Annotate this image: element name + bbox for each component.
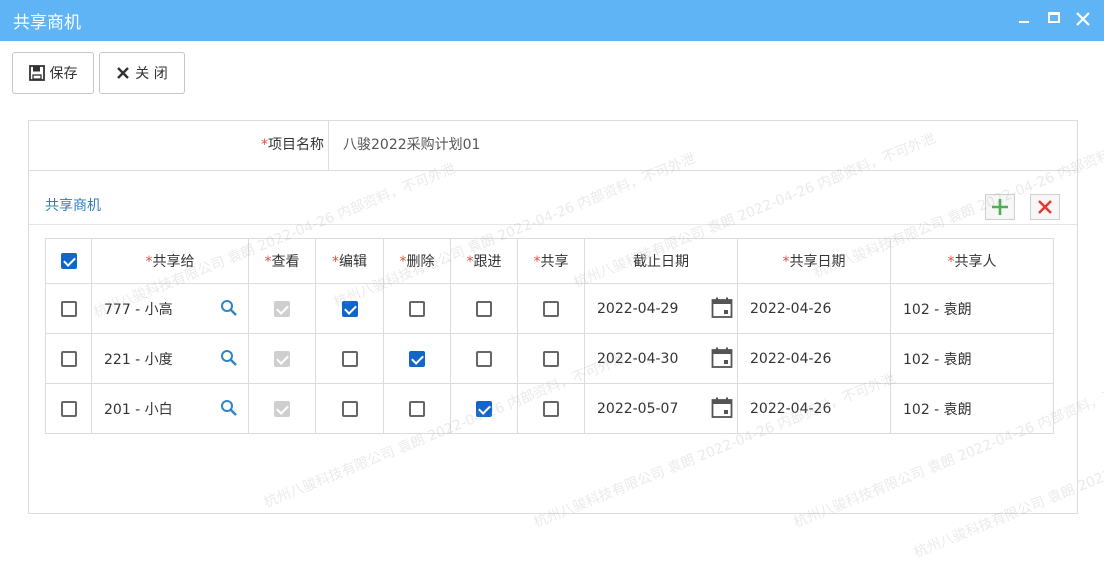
share-to-value: 221 - 小度 — [104, 351, 173, 368]
delete-checkbox[interactable] — [409, 300, 425, 317]
row-select-cell — [45, 283, 92, 334]
add-row-button[interactable] — [985, 194, 1015, 220]
select-all-cell — [45, 238, 92, 284]
follow-checkbox[interactable] — [476, 300, 492, 317]
delete-row-button[interactable] — [1030, 194, 1060, 220]
delete-cell — [383, 383, 451, 434]
share-to-cell[interactable]: 201 - 小白 — [91, 383, 249, 434]
delete-cell — [383, 333, 451, 384]
table-row: 221 - 小度 2022-04-30 2022-04-26 102 - 袁朗 — [45, 333, 1054, 384]
row-select-checkbox[interactable] — [60, 400, 77, 417]
search-icon[interactable] — [220, 299, 238, 321]
edit-cell — [315, 333, 384, 384]
close-icon[interactable] — [1073, 9, 1093, 29]
edit-cell — [315, 283, 384, 334]
view-checkbox — [274, 300, 290, 317]
deadline-value: 2022-05-07 — [597, 400, 679, 417]
sharer-cell: 102 - 袁朗 — [890, 383, 1054, 434]
edit-checkbox[interactable] — [341, 400, 358, 417]
row-select-cell — [45, 333, 92, 384]
form-panel: *项目名称 八骏2022采购计划01 共享商机 *共享给 *查看 *编辑 *删除… — [28, 120, 1078, 514]
follow-checkbox[interactable] — [476, 400, 492, 417]
view-cell — [248, 283, 316, 334]
project-name-field[interactable]: 八骏2022采购计划01 — [343, 121, 480, 170]
col-sharer: *共享人 — [890, 238, 1054, 284]
share-cell — [517, 283, 585, 334]
delete-checkbox[interactable] — [409, 350, 425, 367]
x-icon — [116, 66, 130, 80]
calendar-icon[interactable] — [711, 347, 733, 373]
col-follow: *跟进 — [450, 238, 518, 284]
share-checkbox[interactable] — [543, 350, 559, 367]
share-table: *共享给 *查看 *编辑 *删除 *跟进 *共享 截止日期 *共享日期 *共享人… — [45, 238, 1054, 434]
share-to-cell[interactable]: 221 - 小度 — [91, 333, 249, 384]
deadline-value: 2022-04-29 — [597, 300, 679, 317]
share-cell — [517, 383, 585, 434]
share-date-cell: 2022-04-26 — [737, 283, 891, 334]
view-checkbox — [274, 350, 290, 367]
share-checkbox[interactable] — [543, 300, 559, 317]
follow-cell — [450, 383, 518, 434]
row-select-cell — [45, 383, 92, 434]
deadline-cell[interactable]: 2022-05-07 — [584, 383, 738, 434]
col-edit: *编辑 — [315, 238, 384, 284]
search-icon[interactable] — [220, 399, 238, 421]
col-deadline: 截止日期 — [584, 238, 738, 284]
save-label: 保存 — [49, 66, 78, 82]
delete-checkbox[interactable] — [409, 400, 425, 417]
divider — [29, 224, 1077, 225]
row-select-checkbox[interactable] — [60, 350, 77, 367]
close-label: 关 闭 — [135, 66, 168, 82]
share-date-cell: 2022-04-26 — [737, 383, 891, 434]
col-delete: *删除 — [383, 238, 451, 284]
calendar-icon[interactable] — [711, 297, 733, 323]
share-to-cell[interactable]: 777 - 小高 — [91, 283, 249, 334]
save-icon — [28, 65, 45, 81]
share-to-value: 201 - 小白 — [104, 401, 173, 418]
table-row: 777 - 小高 2022-04-29 2022-04-26 102 - 袁朗 — [45, 283, 1054, 334]
maximize-icon[interactable] — [1044, 9, 1064, 29]
follow-cell — [450, 283, 518, 334]
project-row: *项目名称 八骏2022采购计划01 — [29, 121, 1077, 171]
view-checkbox — [274, 400, 290, 417]
edit-checkbox[interactable] — [341, 350, 358, 367]
view-cell — [248, 333, 316, 384]
plus-icon — [992, 199, 1008, 215]
col-share-to: *共享给 — [91, 238, 249, 284]
share-cell — [517, 333, 585, 384]
view-cell — [248, 383, 316, 434]
col-share: *共享 — [517, 238, 585, 284]
search-icon[interactable] — [220, 349, 238, 371]
follow-cell — [450, 333, 518, 384]
table-header: *共享给 *查看 *编辑 *删除 *跟进 *共享 截止日期 *共享日期 *共享人 — [45, 238, 1054, 284]
col-share-date: *共享日期 — [737, 238, 891, 284]
title-bar: 共享商机 — [0, 0, 1104, 41]
project-label: *项目名称 — [29, 121, 329, 170]
table-row: 201 - 小白 2022-05-07 2022-04-26 102 - 袁朗 — [45, 383, 1054, 434]
delete-cell — [383, 283, 451, 334]
follow-checkbox[interactable] — [476, 350, 492, 367]
edit-cell — [315, 383, 384, 434]
delete-icon — [1038, 200, 1052, 214]
deadline-cell[interactable]: 2022-04-30 — [584, 333, 738, 384]
share-date-cell: 2022-04-26 — [737, 333, 891, 384]
deadline-value: 2022-04-30 — [597, 350, 679, 367]
deadline-cell[interactable]: 2022-04-29 — [584, 283, 738, 334]
minimize-icon[interactable] — [1014, 9, 1034, 29]
edit-checkbox[interactable] — [341, 300, 358, 317]
sharer-cell: 102 - 袁朗 — [890, 333, 1054, 384]
sharer-cell: 102 - 袁朗 — [890, 283, 1054, 334]
row-select-checkbox[interactable] — [60, 300, 77, 317]
close-button[interactable]: 关 闭 — [99, 52, 185, 94]
window-title: 共享商机 — [13, 13, 81, 33]
share-to-value: 777 - 小高 — [104, 301, 173, 318]
share-checkbox[interactable] — [543, 400, 559, 417]
section-title: 共享商机 — [45, 198, 101, 214]
save-button[interactable]: 保存 — [12, 52, 94, 94]
col-view: *查看 — [248, 238, 316, 284]
calendar-icon[interactable] — [711, 397, 733, 423]
select-all-checkbox[interactable] — [60, 253, 77, 269]
